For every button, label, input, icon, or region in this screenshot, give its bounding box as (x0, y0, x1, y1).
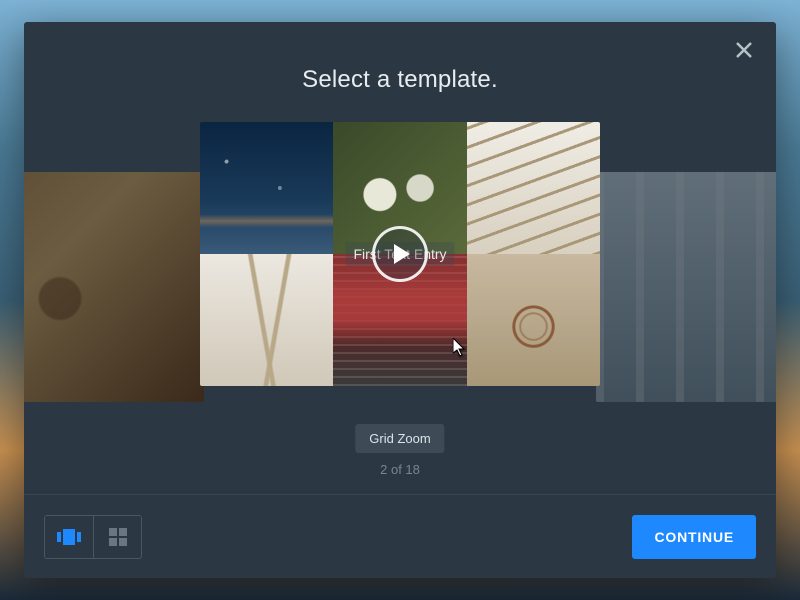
template-carousel: xt Entry nd Text Entry First Text E Subt… (24, 122, 776, 494)
grid-view-icon (109, 528, 127, 546)
template-slide-prev[interactable] (24, 172, 204, 402)
grid-cell (200, 122, 333, 254)
template-name-badge: Grid Zoom (355, 424, 444, 453)
grid-cell (200, 254, 333, 386)
view-toggle (44, 515, 142, 559)
continue-button[interactable]: CONTINUE (632, 515, 756, 559)
modal-footer: CONTINUE (24, 494, 776, 578)
close-button[interactable] (732, 38, 756, 62)
grid-cell (467, 122, 600, 254)
view-grid-button[interactable] (93, 516, 141, 558)
grid-cell (467, 254, 600, 386)
play-button[interactable] (372, 226, 428, 282)
template-slide-next[interactable] (596, 172, 776, 402)
template-counter: 2 of 18 (380, 462, 420, 477)
view-carousel-button[interactable] (45, 516, 93, 558)
close-icon (735, 41, 753, 59)
template-picker-modal: Select a template. xt Entry nd Text Entr… (24, 22, 776, 578)
carousel-view-icon (57, 529, 81, 545)
modal-title: Select a template. (24, 66, 776, 94)
template-slide-current[interactable]: First Text Entry (200, 122, 600, 386)
